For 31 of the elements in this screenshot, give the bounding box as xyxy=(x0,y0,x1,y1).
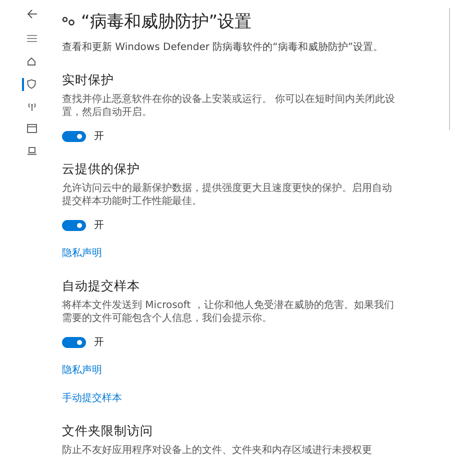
antenna-icon xyxy=(27,102,37,111)
toggle-label: 开 xyxy=(94,130,104,143)
link[interactable]: 隐私声明 xyxy=(62,246,102,260)
shield-icon xyxy=(27,78,36,89)
page-title: “病毒和威胁防护”设置 xyxy=(81,10,252,32)
browser-window-icon xyxy=(27,124,37,134)
toggle-label: 开 xyxy=(94,219,104,232)
toggle-switch[interactable] xyxy=(62,220,86,230)
menu-button[interactable] xyxy=(25,33,39,44)
toggle-switch[interactable] xyxy=(62,130,86,142)
toggle-switch[interactable] xyxy=(62,336,86,348)
back-arrow-icon xyxy=(27,9,38,20)
laptop-icon xyxy=(27,147,37,156)
nav-button[interactable] xyxy=(25,54,38,68)
menu-icon xyxy=(27,35,37,42)
nav-button[interactable] xyxy=(25,76,38,91)
section-description: 将样本文件发送到 Microsoft ，让你和他人免受潜在威胁的危害。如果我们需要的文件可能包含个人信息，我们会提示你。 xyxy=(62,299,395,325)
home-icon xyxy=(27,56,36,66)
section-description: 允许访问云中的最新保护数据，提供强度更大且速度更快的保护。启用自动提交样本功能时工作性能最佳。 xyxy=(62,182,393,208)
section-description: 防止不友好应用程序对设备上的文件、文件夹和内存区域进行未授权更 xyxy=(62,444,373,457)
link[interactable]: 手动提交样本 xyxy=(62,391,122,405)
nav-button[interactable] xyxy=(25,145,39,158)
section-heading: 云提供的保护 xyxy=(62,161,141,178)
page-subtitle: 查看和更新 Windows Defender 防病毒软件的“病毒和威胁防护”设置。 xyxy=(62,40,384,54)
section-heading: 自动提交样本 xyxy=(62,278,141,295)
section-heading: 文件夹限制访问 xyxy=(62,423,154,440)
toggle-label: 开 xyxy=(94,336,104,349)
link[interactable]: 隐私声明 xyxy=(62,363,102,377)
section-heading: 实时保护 xyxy=(62,72,115,89)
nav-button[interactable] xyxy=(25,122,39,136)
section-description: 查找并停止恶意软件在你的设备上安装或运行。 你可以在短时间内关闭此设置，然后自动开启。 xyxy=(62,93,396,119)
